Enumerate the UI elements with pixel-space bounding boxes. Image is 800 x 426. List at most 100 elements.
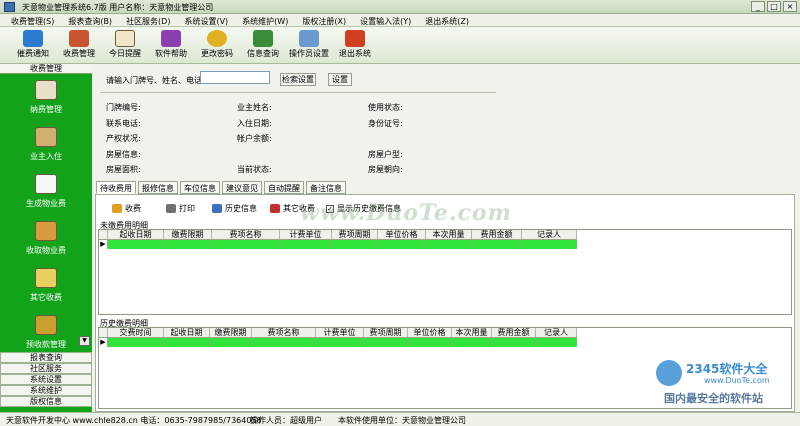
exit-button[interactable]: 退出系统 (330, 29, 380, 63)
column-header[interactable]: 计费单位 (280, 230, 332, 239)
phone-label: 联系电话: (106, 119, 141, 128)
column-header[interactable]: 本次用量 (426, 230, 472, 239)
move-in-icon (35, 127, 57, 147)
app-icon (4, 2, 15, 12)
sidebar-item-move-in[interactable]: 业主入住 (0, 123, 92, 169)
sidebar-nav-copyright[interactable]: 版权信息 (0, 396, 92, 407)
column-header[interactable]: 费项周期 (364, 328, 408, 337)
column-header[interactable]: 记录人 (522, 230, 577, 239)
tab-repair-info[interactable]: 报修信息 (138, 181, 178, 194)
search-settings-button[interactable]: 检索设置 (280, 73, 316, 86)
menu-input-method[interactable]: 设置输入法(Y) (353, 14, 418, 26)
tab-notes[interactable]: 备注信息 (306, 181, 346, 194)
column-header[interactable]: 费用金额 (472, 230, 522, 239)
sidebar-nav-settings[interactable]: 系统设置 (0, 374, 92, 385)
close-button[interactable]: × (783, 1, 797, 12)
column-header[interactable]: 费项名称 (212, 230, 280, 239)
window-title: 天意物业管理系统6.7版 用户名称：天意物业管理公司 (22, 3, 214, 12)
help-button[interactable]: 软件帮助 (146, 29, 196, 63)
sidebar-nav-community[interactable]: 社区服务 (0, 363, 92, 374)
cash-icon (69, 30, 89, 47)
table-row[interactable]: ▶ (99, 240, 577, 249)
tab-pending-fees[interactable]: 待收费用 (96, 181, 136, 194)
info-query-button[interactable]: 信息查询 (238, 29, 288, 63)
history-button[interactable]: 历史信息 (212, 203, 257, 214)
notice-button[interactable]: 催费通知 (8, 29, 58, 63)
mascot-icon (656, 360, 682, 386)
title-bar: 天意物业管理系统6.7版 用户名称：天意物业管理公司 _ □ × (0, 0, 800, 14)
sidebar-item-generate-fee[interactable]: 生成物业费 (0, 170, 92, 216)
maximize-button[interactable]: □ (767, 1, 781, 12)
print-button-label: 打印 (179, 204, 195, 213)
sidebar-item-label: 纳费管理 (30, 105, 62, 114)
column-header[interactable]: 起收日期 (164, 328, 210, 337)
minimize-button[interactable]: _ (751, 1, 765, 12)
column-header[interactable]: 费项周期 (332, 230, 378, 239)
other-fee-icon (35, 268, 57, 288)
watermark-logo: 2345软件大全 www.DuoTe.com 国内最安全的软件站 (652, 358, 798, 410)
menu-exit-system[interactable]: 退出系统(Z) (418, 14, 476, 26)
sidebar-nav-reports[interactable]: 报表查询 (0, 352, 92, 363)
cash-button[interactable]: 收费管理 (54, 29, 104, 63)
cash-button-label: 收费管理 (63, 49, 95, 58)
settings-button[interactable]: 设置 (328, 73, 352, 86)
operator-settings-button[interactable]: 操作员设置 (284, 29, 334, 63)
owner-name-label: 业主姓名: (237, 103, 272, 112)
column-header[interactable]: 缴费限期 (164, 230, 212, 239)
print-button[interactable]: 打印 (166, 203, 195, 214)
table-row[interactable]: ▶ (99, 338, 577, 347)
column-header[interactable]: 费用金额 (492, 328, 536, 337)
help-book-icon (161, 30, 181, 47)
divider (100, 92, 496, 93)
status-developer: 天意软件开发中心 www.chle828.cn 电话：0635-7987985/… (6, 416, 262, 425)
column-header[interactable]: 单位价格 (378, 230, 426, 239)
tab-suggestions[interactable]: 建议意见 (222, 181, 262, 194)
status-bar: 天意软件开发中心 www.chle828.cn 电话：0635-7987985/… (0, 412, 800, 426)
menu-report-query[interactable]: 报表查询(B) (61, 14, 119, 26)
column-header[interactable]: 计费单位 (316, 328, 364, 337)
prepay-icon (35, 315, 57, 335)
column-header[interactable]: 记录人 (536, 328, 577, 337)
operator-settings-label: 操作员设置 (289, 49, 329, 58)
unpaid-fees-grid: 起收日期 缴费限期 费项名称 计费单位 费项周期 单位价格 本次用量 费用金额 … (98, 229, 792, 315)
sidebar-item-label: 生成物业费 (26, 199, 66, 208)
menu-system-settings[interactable]: 系统设置(V) (177, 14, 235, 26)
sidebar-item-payment[interactable]: 纳费管理 (0, 76, 92, 122)
exit-button-label: 退出系统 (339, 49, 371, 58)
sidebar-header[interactable]: 收费管理 (0, 64, 92, 74)
sidebar-item-prepay[interactable]: 预收款管理 (0, 311, 92, 357)
charge-button-label: 收费 (125, 204, 141, 213)
column-header[interactable]: 费项名称 (252, 328, 316, 337)
payment-icon (35, 80, 57, 100)
id-number-label: 身份证号: (368, 119, 403, 128)
sidebar-nav-maintenance[interactable]: 系统维护 (0, 385, 92, 396)
change-password-button[interactable]: 更改密码 (192, 29, 242, 63)
tab-parking-info[interactable]: 车位信息 (180, 181, 220, 194)
sidebar-item-other-fee[interactable]: 其它收费 (0, 264, 92, 310)
move-in-date-label: 入住日期: (237, 119, 272, 128)
reminder-button[interactable]: 今日提醒 (100, 29, 150, 63)
menu-community-service[interactable]: 社区服务(D) (119, 14, 177, 26)
key-icon (207, 30, 227, 47)
usage-status-label: 使用状态: (368, 103, 403, 112)
column-header[interactable]: 起收日期 (108, 230, 164, 239)
column-header[interactable]: 本次用量 (452, 328, 492, 337)
history-icon (212, 204, 222, 213)
menu-system-maintenance[interactable]: 系统维护(W) (235, 14, 295, 26)
sidebar-item-collect-fee[interactable]: 收取物业费 (0, 217, 92, 263)
sidebar-item-label: 业主入住 (30, 152, 62, 161)
charge-button[interactable]: 收费 (112, 203, 141, 214)
search-input[interactable] (200, 71, 270, 84)
column-header[interactable]: 缴费限期 (210, 328, 252, 337)
house-orientation-label: 房屋朝向: (368, 165, 403, 174)
tab-auto-reminder[interactable]: 自动提醒 (264, 181, 304, 194)
column-header[interactable]: 单位价格 (408, 328, 452, 337)
menu-fee-management[interactable]: 收费管理(S) (4, 14, 61, 26)
house-info-label: 房屋信息: (106, 150, 141, 159)
status-operator: 操作人员：超级用户 (250, 416, 322, 425)
sidebar-scroll-down-icon[interactable]: ▼ (79, 336, 90, 346)
row-indicator-icon: ▶ (99, 240, 108, 249)
menu-bar: 收费管理(S) 报表查询(B) 社区服务(D) 系统设置(V) 系统维护(W) … (0, 14, 800, 27)
column-header[interactable]: 交费时间 (108, 328, 164, 337)
menu-copyright-registration[interactable]: 版权注册(X) (295, 14, 353, 26)
